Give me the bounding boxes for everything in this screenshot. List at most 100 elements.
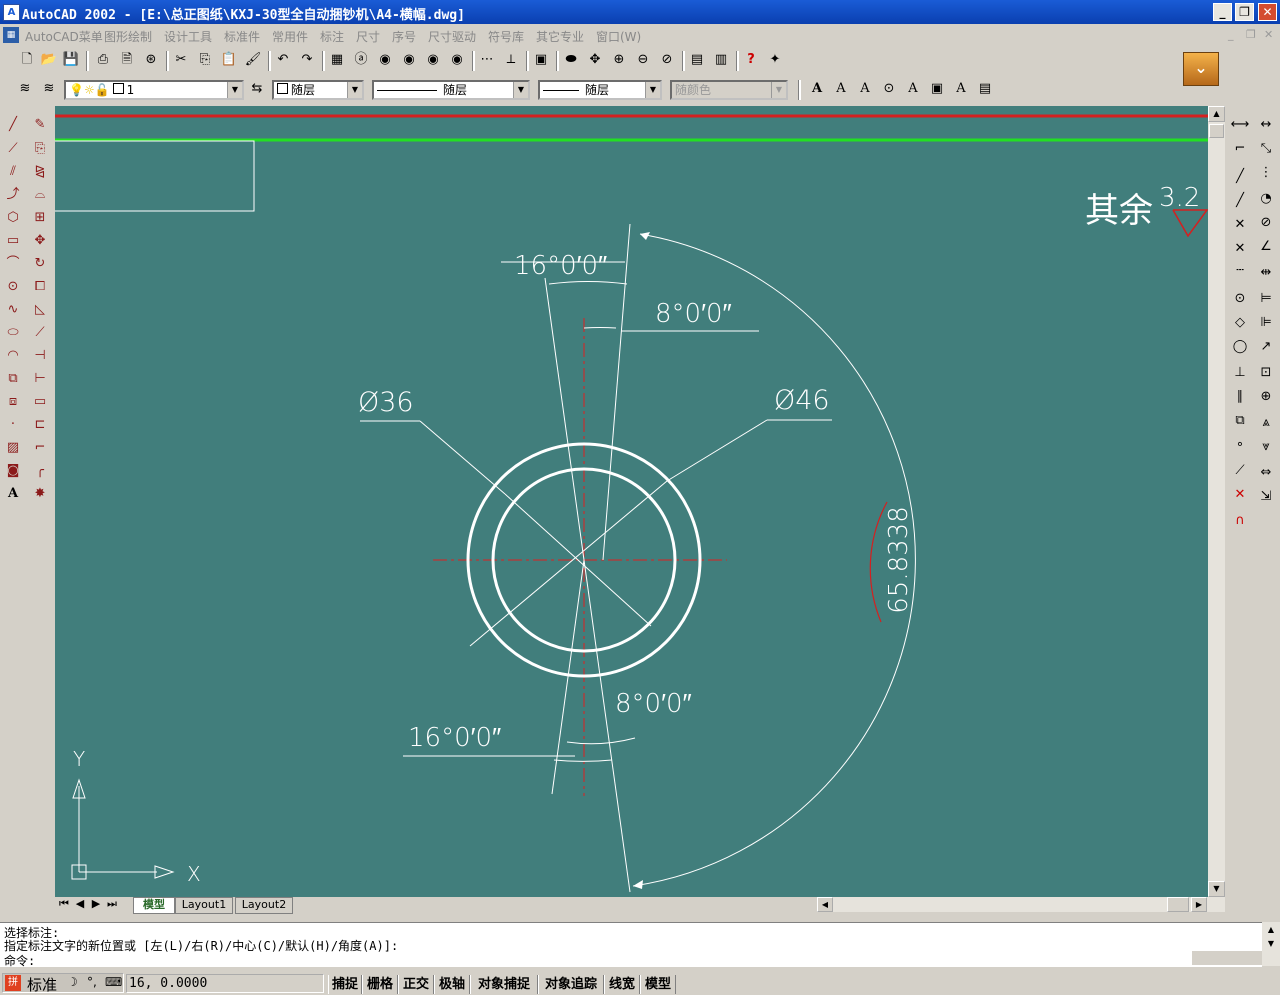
dropdown-arrow-icon[interactable]: ▼: [513, 82, 528, 98]
aligned-dimension-icon[interactable]: ⤡: [1255, 138, 1277, 160]
tab-prev-icon[interactable]: ◀: [73, 897, 87, 912]
ellipse-icon[interactable]: ⬭: [2, 322, 24, 344]
point-icon[interactable]: ·: [2, 414, 24, 436]
punctuation-icon[interactable]: °,: [87, 975, 97, 989]
minimize-button[interactable]: _: [1213, 3, 1232, 21]
temp-tracking-icon[interactable]: ⟷: [1229, 114, 1251, 136]
save-icon[interactable]: 💾: [60, 49, 82, 71]
move-icon[interactable]: ✥: [29, 230, 51, 252]
menu-symbol-lib[interactable]: 符号库: [488, 28, 524, 45]
dimension-text-edit-icon[interactable]: ⩔: [1255, 436, 1277, 458]
line-icon[interactable]: ╱: [2, 114, 24, 136]
plugin-icon[interactable]: ✦: [764, 49, 786, 71]
spline-icon[interactable]: ∿: [2, 299, 24, 321]
copy-object-icon[interactable]: ⎘: [29, 138, 51, 160]
tab-next-icon[interactable]: ▶: [89, 897, 103, 912]
radius-dimension-icon[interactable]: ◔: [1255, 188, 1277, 210]
scroll-thumb[interactable]: [1209, 124, 1224, 138]
autodesk-icon[interactable]: ⓐ: [350, 49, 372, 71]
new-file-icon[interactable]: 🗋: [16, 49, 38, 71]
construction-line-icon[interactable]: ⟋: [2, 138, 24, 160]
dropdown-arrow-icon[interactable]: ▼: [227, 82, 242, 98]
print-preview-icon[interactable]: 🗎: [116, 49, 138, 71]
tab-layout1[interactable]: Layout1: [175, 897, 233, 914]
array-icon[interactable]: ⊞: [29, 207, 51, 229]
menu-annotate[interactable]: 标注: [320, 28, 344, 45]
snap-extension-icon[interactable]: ┄: [1229, 260, 1251, 282]
autocad-app-icon[interactable]: A: [3, 4, 20, 21]
ime-logo-icon[interactable]: 拼: [5, 975, 21, 991]
toggle-snap[interactable]: 捕捉: [328, 975, 362, 994]
snap-nearest-icon[interactable]: ⟋: [1229, 460, 1251, 482]
lineweight-dropdown[interactable]: 随层 ▼: [538, 80, 662, 100]
layer-manager-icon[interactable]: ≋: [14, 78, 36, 100]
toggle-otrack[interactable]: 对象追踪: [538, 975, 604, 994]
mirror-icon[interactable]: ⧎: [29, 161, 51, 183]
3d-orbit-icon[interactable]: ⬬: [560, 49, 582, 71]
scroll-down-icon[interactable]: ▼: [1263, 938, 1279, 950]
web-icon-1[interactable]: ◉: [374, 49, 396, 71]
vertical-scrollbar[interactable]: ▲ ▼: [1208, 106, 1225, 897]
rectangle-icon[interactable]: ▭: [2, 230, 24, 252]
publish-icon[interactable]: ⊛: [140, 49, 162, 71]
arc-icon[interactable]: ⌒: [2, 253, 24, 275]
multiline-icon[interactable]: ⫽: [2, 161, 24, 183]
menu-common-parts[interactable]: 常用件: [272, 28, 308, 45]
tab-layout2[interactable]: Layout2: [235, 897, 293, 914]
dimension-update-icon[interactable]: ⇔: [1255, 462, 1277, 484]
snap-from-icon[interactable]: ⌐: [1229, 138, 1251, 160]
paste-icon[interactable]: 📋: [218, 49, 240, 71]
break-at-point-icon[interactable]: ⊏: [29, 414, 51, 436]
design-center-panel-icon[interactable]: ▥: [710, 49, 732, 71]
snap-apparent-intersection-icon[interactable]: ✕: [1229, 238, 1251, 260]
properties-icon[interactable]: ▤: [686, 49, 708, 71]
offset-icon[interactable]: ⌓: [29, 184, 51, 206]
command-prompt[interactable]: 命令:: [4, 952, 35, 969]
command-scrollbar[interactable]: ▲ ▼: [1262, 922, 1280, 966]
toggle-osnap[interactable]: 对象捕捉: [470, 975, 538, 994]
scroll-up-icon[interactable]: ▲: [1263, 924, 1279, 936]
layer-previous-icon[interactable]: ≋: [38, 78, 60, 100]
open-file-icon[interactable]: 📂: [38, 49, 60, 71]
dropdown-arrow-icon[interactable]: ▼: [645, 82, 660, 98]
snap-quadrant-icon[interactable]: ◇: [1229, 312, 1251, 334]
ime-bar[interactable]: 拼 标准 ☽ °, ⌨: [2, 973, 124, 995]
quick-dimension-icon[interactable]: ⇹: [1255, 262, 1277, 284]
scroll-right-icon[interactable]: ▶: [1191, 897, 1207, 912]
mdi-restore-icon[interactable]: ❐: [1246, 28, 1256, 41]
snap-intersection-icon[interactable]: ✕: [1229, 214, 1251, 236]
osnap-settings-icon[interactable]: ∩: [1229, 510, 1251, 532]
text-convert-icon[interactable]: A: [950, 78, 972, 100]
quick-leader-icon[interactable]: ↗: [1255, 336, 1277, 358]
menu-sequence[interactable]: 序号: [392, 28, 416, 45]
design-center-icon[interactable]: ▦: [326, 49, 348, 71]
redo-icon[interactable]: ↷: [296, 49, 318, 71]
text-justify-icon[interactable]: ▣: [926, 78, 948, 100]
region-icon[interactable]: ◙: [2, 460, 24, 482]
explode-icon[interactable]: ✸: [29, 483, 51, 505]
web-icon-2[interactable]: ◉: [398, 49, 420, 71]
extend-icon[interactable]: ⊢: [29, 368, 51, 390]
menu-design-tools[interactable]: 设计工具: [164, 28, 212, 45]
ucs-icon[interactable]: ⟂: [500, 49, 522, 71]
mdi-close-icon[interactable]: ✕: [1264, 28, 1273, 41]
ordinate-dimension-icon[interactable]: ⋮: [1255, 162, 1277, 184]
match-properties-icon[interactable]: 🖌: [242, 49, 264, 71]
menu-draw[interactable]: 图形绘制: [104, 28, 152, 45]
linetype-dropdown[interactable]: 随层 ▼: [372, 80, 530, 100]
text-frame-icon[interactable]: ▤: [974, 78, 996, 100]
ellipse-arc-icon[interactable]: ◠: [2, 345, 24, 367]
object-snap-icon[interactable]: ⋯: [476, 49, 498, 71]
help-icon[interactable]: ?: [740, 49, 762, 71]
text-scale-icon[interactable]: A: [902, 78, 924, 100]
web-icon-4[interactable]: ◉: [446, 49, 468, 71]
tab-first-icon[interactable]: ⏮: [57, 897, 71, 912]
polyline-icon[interactable]: ⤴: [2, 184, 24, 206]
ime-mode[interactable]: 标准: [27, 974, 57, 995]
snap-tangent-icon[interactable]: ◯: [1229, 336, 1251, 358]
command-window[interactable]: 选择标注: 指定标注文字的新位置或 [左(L)/右(R)/中心(C)/默认(H)…: [0, 922, 1262, 969]
fillet-icon[interactable]: ╭: [29, 460, 51, 482]
make-object-layer-current-icon[interactable]: ⇆: [246, 78, 268, 100]
print-icon[interactable]: ⎙: [92, 49, 114, 71]
continue-dimension-icon[interactable]: ⊫: [1255, 312, 1277, 334]
